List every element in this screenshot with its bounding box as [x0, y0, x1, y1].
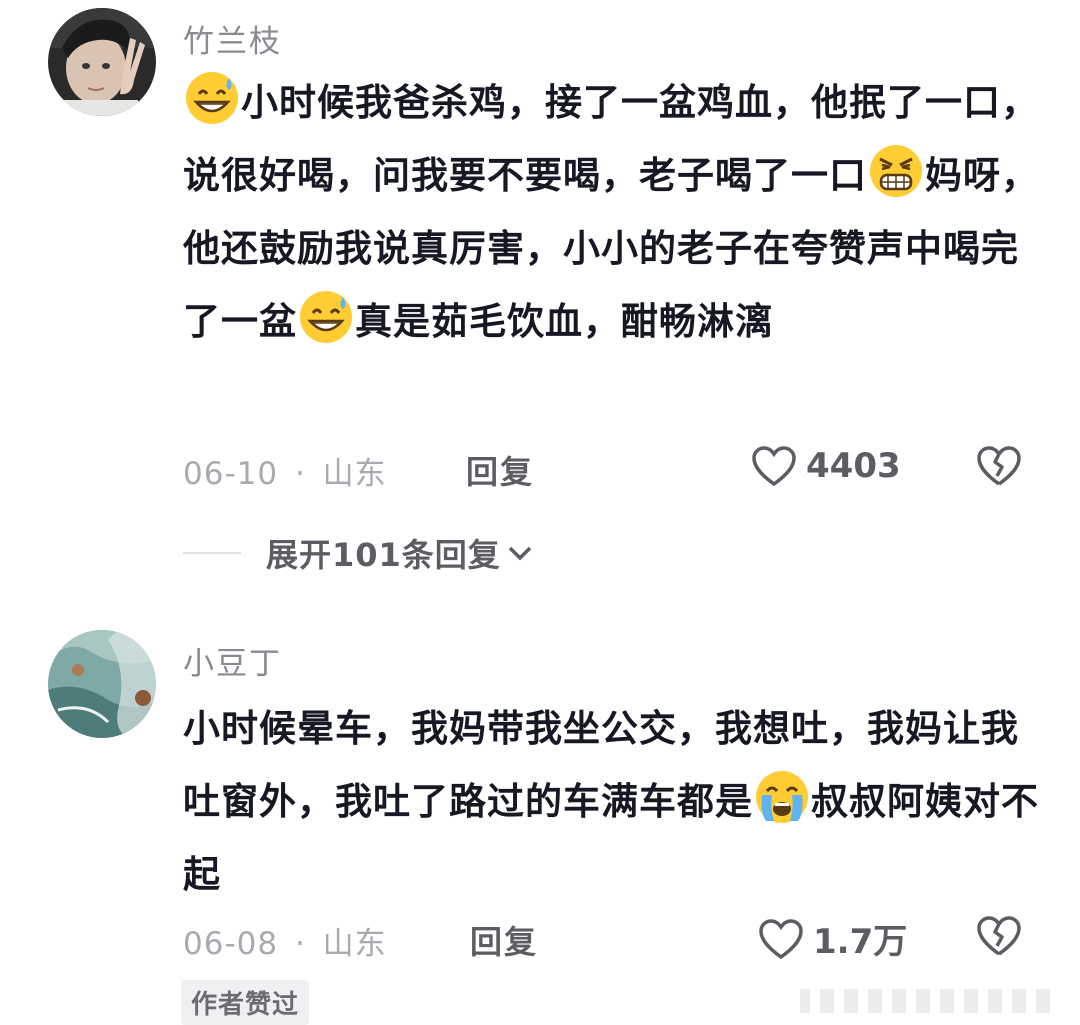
broken-heart-icon: [977, 446, 1021, 486]
comment-text: 小时候我爸杀鸡，接了一盆鸡血，他抿了一口，说很好喝，问我要不要喝，老子喝了一口 …: [183, 66, 1043, 358]
username[interactable]: 小豆丁: [183, 638, 282, 683]
username[interactable]: 竹兰枝: [183, 16, 282, 61]
meta-separator: ·: [294, 456, 306, 492]
author-liked-badge: 作者赞过: [181, 980, 310, 1025]
watermark: [800, 989, 1050, 1013]
like-button[interactable]: 1.7万: [757, 914, 907, 963]
grin-sweat-emoji: [186, 72, 238, 124]
crying-emoji: [756, 771, 808, 823]
expand-replies-label: 展开101条回复: [266, 536, 501, 574]
avatar[interactable]: [48, 630, 156, 738]
comment-date: 06-10: [183, 456, 279, 492]
dislike-button[interactable]: [976, 444, 1022, 492]
comment-date: 06-08: [183, 926, 279, 962]
expand-replies-button[interactable]: 展开101条回复: [183, 530, 535, 576]
comment-location: 山东: [322, 456, 387, 492]
like-button[interactable]: 4403: [750, 444, 901, 488]
comment-text-part: 真是茹毛饮血，酣畅淋漓: [355, 300, 773, 343]
divider: [183, 552, 241, 554]
broken-heart-icon: [977, 916, 1021, 956]
comment-text: 小时候晕车，我妈带我坐公交，我想吐，我妈让我吐窗外，我吐了路过的车满车都是 叔叔…: [183, 692, 1043, 911]
comment-meta: 06-10 · 山东: [183, 448, 387, 493]
comment-meta: 06-08 · 山东: [183, 918, 387, 963]
like-count: 1.7万: [813, 922, 908, 962]
comment-location: 山东: [322, 926, 387, 962]
reply-button[interactable]: 回复: [466, 447, 534, 493]
chevron-down-icon: [508, 546, 532, 561]
meta-separator: ·: [294, 926, 306, 962]
dislike-button[interactable]: [976, 914, 1022, 962]
like-count: 4403: [806, 446, 901, 486]
heart-icon: [759, 918, 803, 959]
grin-sweat-emoji: [300, 291, 352, 343]
grimace-emoji: [870, 145, 922, 197]
heart-icon: [752, 446, 796, 487]
avatar[interactable]: [48, 8, 156, 116]
reply-button[interactable]: 回复: [470, 917, 538, 963]
